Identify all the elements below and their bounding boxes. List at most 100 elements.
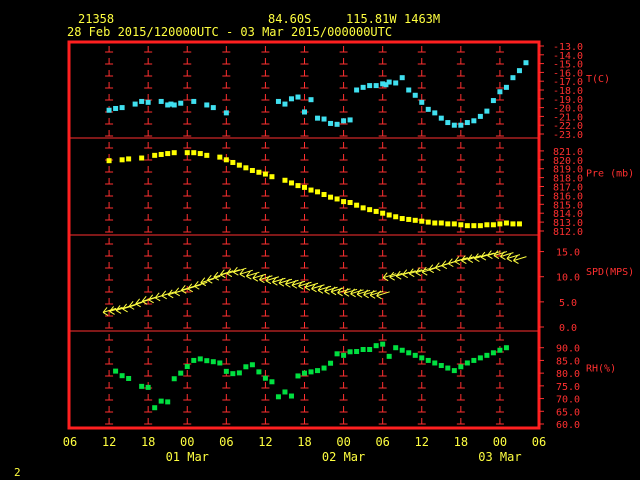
data-point (308, 97, 314, 103)
y-tick-label: 15.0 (556, 248, 580, 259)
wind-head (500, 256, 506, 261)
y-tick-label: 10.0 (556, 273, 580, 284)
y-tick-label: 85.0 (556, 356, 580, 367)
wind-head (278, 282, 285, 287)
wind-head (454, 261, 461, 266)
x-tick-label: 12 (102, 435, 116, 449)
data-point (471, 118, 477, 124)
data-point (399, 216, 405, 222)
data-point (249, 362, 255, 368)
data-point (184, 150, 190, 156)
data-point (262, 171, 268, 177)
data-point (230, 371, 236, 377)
wind-head (435, 267, 441, 272)
wind-head (239, 273, 246, 278)
data-point (406, 350, 412, 356)
corner-label: 2 (14, 466, 21, 479)
x-tick-label: 18 (454, 435, 468, 449)
x-tick-label: 12 (415, 435, 429, 449)
data-point (438, 363, 444, 369)
data-point (210, 359, 216, 365)
wind-head (285, 283, 291, 288)
wind-head (291, 284, 298, 289)
data-point (184, 364, 190, 370)
wind-head (233, 271, 239, 276)
wind-head (337, 292, 343, 297)
data-point (393, 345, 399, 351)
data-point (223, 157, 229, 163)
data-point (432, 220, 438, 226)
wind-head (324, 290, 330, 295)
data-point (347, 200, 353, 206)
period-label: 28 Feb 2015/120000UTC - 03 Mar 2015/0000… (67, 25, 392, 39)
data-point (399, 347, 405, 353)
data-point (458, 222, 464, 228)
x-tick-label: 06 (63, 435, 77, 449)
data-point (191, 150, 197, 156)
data-point (503, 84, 509, 90)
data-point (425, 219, 431, 225)
data-point (347, 117, 353, 123)
data-point (113, 368, 119, 374)
data-point (315, 368, 321, 374)
data-point (386, 212, 392, 218)
y-tick-label: 75.0 (556, 382, 580, 393)
data-point (406, 87, 412, 93)
wind-head (343, 292, 350, 297)
wind-head (148, 299, 154, 304)
y-tick-label: 70.0 (556, 395, 580, 406)
data-point (106, 158, 112, 164)
data-point (204, 152, 210, 158)
data-point (217, 360, 223, 366)
wind-head (402, 274, 408, 279)
data-point (425, 357, 431, 363)
data-point (158, 151, 164, 157)
x-tick-label: 18 (297, 435, 311, 449)
wind-head (298, 285, 304, 290)
data-point (171, 376, 177, 382)
data-point (139, 98, 145, 104)
wind-head (487, 255, 493, 260)
data-point (288, 96, 294, 102)
data-point (204, 358, 210, 364)
data-point (282, 101, 288, 107)
data-point (373, 343, 379, 349)
meteogram-window: 21358 84.60S 115.81W 1463M 28 Feb 2015/1… (0, 0, 640, 480)
data-point (484, 352, 490, 358)
data-point (308, 369, 314, 375)
data-point (191, 357, 197, 363)
data-point (282, 177, 288, 183)
wind-head (226, 273, 233, 278)
data-point (393, 214, 399, 220)
y-tick-label: 60.0 (556, 420, 580, 431)
wind-head (252, 277, 259, 282)
wind-head (363, 294, 369, 299)
data-point (354, 349, 360, 355)
data-point (132, 101, 138, 107)
data-point (119, 157, 125, 163)
data-point (425, 106, 431, 112)
data-point (328, 194, 334, 200)
data-point (106, 107, 112, 113)
y-tick-label: 65.0 (556, 407, 580, 418)
data-point (477, 223, 483, 229)
data-point (497, 89, 503, 95)
data-point (399, 75, 405, 81)
data-point (451, 122, 457, 128)
data-point (171, 150, 177, 156)
x-tick-label: 06 (532, 435, 546, 449)
data-point (354, 202, 360, 208)
data-point (497, 347, 503, 353)
data-point (458, 364, 464, 370)
data-point (275, 394, 281, 400)
data-point (360, 84, 366, 90)
wind-head (207, 279, 213, 284)
data-point (171, 102, 177, 108)
x-tick-label: 06 (219, 435, 233, 449)
x-day-label: 01 Mar (166, 450, 209, 464)
wind-head (408, 273, 415, 278)
wind-head (115, 309, 122, 314)
data-point (113, 105, 119, 111)
data-point (464, 360, 470, 366)
data-point (393, 80, 399, 86)
